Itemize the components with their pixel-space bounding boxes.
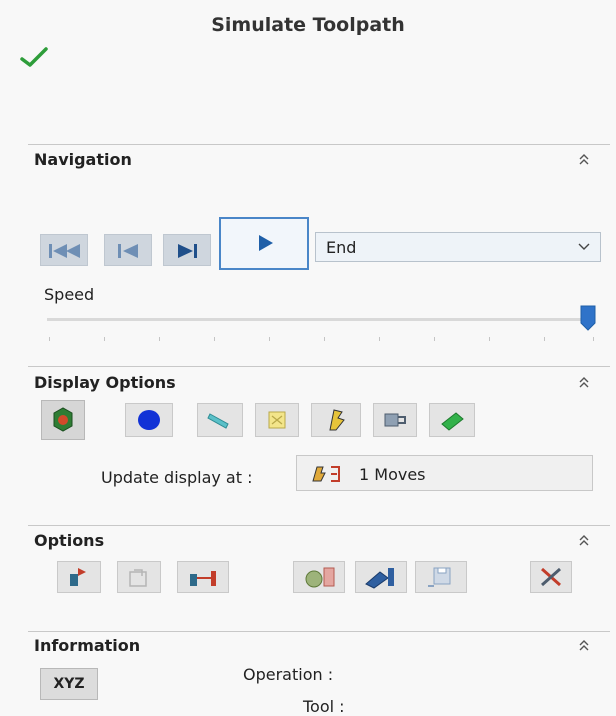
navigation-section-divider [28, 144, 610, 145]
go-to-start-button[interactable] [40, 234, 88, 266]
display-options-title: Display Options [34, 373, 176, 392]
toolpath-display-icon [329, 409, 345, 431]
play-icon [259, 235, 273, 251]
operation-label: Operation : [243, 665, 334, 684]
option-disabled-button[interactable] [117, 561, 161, 593]
cutter-display-button[interactable] [429, 403, 475, 437]
tool-display-button[interactable] [197, 403, 243, 437]
navigation-section-title: Navigation [34, 150, 132, 169]
chevron-down-icon [578, 243, 590, 250]
option-tools-icon [541, 567, 561, 587]
holder-display-icon [268, 411, 286, 429]
toolpath-display-button[interactable] [311, 403, 361, 437]
xyz-button[interactable]: XYZ [40, 668, 98, 700]
simulation-mode-value: End [326, 238, 357, 257]
speed-label: Speed [44, 285, 95, 304]
step-forward-button[interactable] [163, 234, 211, 266]
play-button[interactable] [219, 217, 309, 270]
option-save-icon [428, 567, 451, 587]
option-disabled-icon [129, 569, 147, 587]
sphere-display-button[interactable] [125, 403, 173, 437]
display-options-divider [28, 366, 610, 367]
collapse-navigation-icon[interactable] [578, 152, 590, 166]
speed-slider-track[interactable] [47, 318, 593, 321]
collapse-information-icon[interactable] [578, 638, 590, 652]
option-stock-button[interactable] [57, 561, 101, 593]
stock-display-icon [53, 407, 73, 432]
update-display-label: Update display at : [101, 468, 253, 487]
update-display-value: 1 Moves [359, 465, 426, 484]
step-back-icon [118, 244, 138, 258]
option-compare-button[interactable] [177, 561, 229, 593]
holder-display-button[interactable] [255, 403, 299, 437]
option-gouge-icon [305, 567, 335, 588]
speed-tick [379, 337, 380, 341]
option-tools-button[interactable] [530, 561, 572, 593]
collapse-options-icon[interactable] [578, 533, 590, 547]
speed-tick [489, 337, 490, 341]
speed-tick [269, 337, 270, 341]
tool-display-icon [207, 413, 229, 429]
update-moves-icon [312, 466, 340, 482]
panel-title: Simulate Toolpath [211, 14, 405, 36]
stock-display-button[interactable] [41, 400, 85, 440]
speed-tick [104, 337, 105, 341]
option-machine-icon [365, 568, 394, 589]
speed-tick [593, 337, 594, 341]
speed-slider-thumb[interactable] [580, 305, 596, 331]
step-forward-icon [178, 244, 197, 258]
options-divider [28, 525, 610, 526]
tool-label: Tool : [303, 697, 345, 716]
machine-display-button[interactable] [373, 403, 417, 437]
option-save-button[interactable] [415, 561, 467, 593]
sphere-display-icon [138, 410, 160, 430]
speed-tick [159, 337, 160, 341]
speed-tick [434, 337, 435, 341]
step-back-button[interactable] [104, 234, 152, 266]
option-gouge-button[interactable] [293, 561, 345, 593]
simulation-mode-dropdown[interactable]: End [315, 232, 601, 262]
go-to-start-icon [49, 244, 80, 258]
machine-display-icon [384, 413, 406, 427]
option-stock-icon [70, 568, 86, 586]
speed-tick [544, 337, 545, 341]
option-compare-icon [190, 571, 216, 586]
collapse-display-options-icon[interactable] [578, 375, 590, 389]
checkmark-icon[interactable] [20, 46, 48, 68]
options-title: Options [34, 531, 105, 550]
information-divider [28, 631, 610, 632]
speed-tick [324, 337, 325, 341]
option-machine-button[interactable] [355, 561, 407, 593]
speed-tick [214, 337, 215, 341]
update-display-field[interactable]: 1 Moves [296, 455, 593, 491]
cutter-display-icon [441, 412, 464, 431]
speed-tick [49, 337, 50, 341]
information-title: Information [34, 636, 141, 655]
